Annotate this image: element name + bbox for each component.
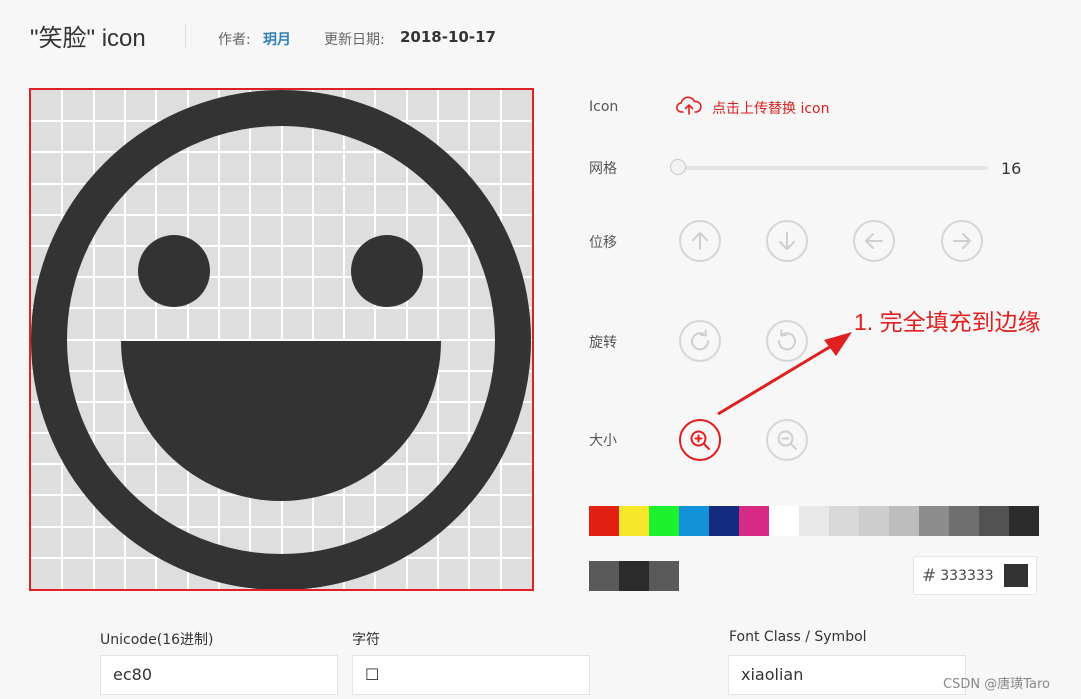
char-label: 字符 [352, 632, 380, 648]
grid-value: 16 [1001, 159, 1022, 178]
size-row-label: 大小 [589, 433, 617, 449]
unicode-label: Unicode(16进制) [100, 632, 214, 648]
move-right-button[interactable] [941, 220, 983, 262]
hex-value: 333333 [940, 567, 994, 584]
watermark: CSDN @唐璜Taro [943, 677, 1050, 692]
hash-symbol: # [922, 565, 937, 586]
font-class-field[interactable]: xiaolian [728, 655, 966, 695]
cloud-upload-icon [676, 96, 702, 120]
zoom-in-button[interactable] [679, 419, 721, 461]
color-preview-swatch [1004, 564, 1028, 587]
date-label: 更新日期: [324, 32, 385, 48]
slider-track [676, 166, 988, 170]
author-label: 作者: [218, 32, 251, 48]
color-swatch[interactable] [799, 506, 829, 536]
slider-thumb[interactable] [670, 159, 686, 175]
upload-replace-icon-button[interactable]: 点击上传替换 icon [676, 96, 829, 120]
unicode-field[interactable]: ec80 [100, 655, 338, 695]
smiley-face-icon [31, 90, 531, 589]
color-swatch[interactable] [769, 506, 799, 536]
update-date: 2018-10-17 [400, 28, 496, 46]
color-swatch[interactable] [889, 506, 919, 536]
color-swatch[interactable] [649, 506, 679, 536]
page-title: "笑脸" icon [30, 25, 146, 52]
icon-row-label: Icon [589, 99, 619, 115]
arrow-right-icon [953, 233, 971, 249]
color-swatch[interactable] [949, 506, 979, 536]
hex-color-input[interactable]: # 333333 [913, 556, 1037, 595]
rotate-row-label: 旋转 [589, 335, 617, 351]
color-swatch[interactable] [739, 506, 769, 536]
move-up-button[interactable] [679, 220, 721, 262]
zoom-in-icon [690, 430, 710, 450]
color-swatch[interactable] [679, 506, 709, 536]
arrow-up-icon [692, 232, 708, 250]
annotation-text: 1. 完全填充到边缘 [854, 309, 1041, 335]
header-divider [185, 24, 186, 48]
move-row-label: 位移 [589, 235, 617, 251]
recent-color-swatch[interactable] [619, 561, 649, 591]
move-left-button[interactable] [853, 220, 895, 262]
grid-row-label: 网格 [589, 161, 617, 177]
color-swatch[interactable] [829, 506, 859, 536]
color-swatch[interactable] [859, 506, 889, 536]
annotation-arrow [717, 332, 852, 416]
recent-color-swatch[interactable] [649, 561, 679, 591]
zoom-out-button[interactable] [766, 419, 808, 461]
char-field[interactable]: ☐ [352, 655, 590, 695]
icon-preview-canvas [29, 88, 534, 591]
color-swatch[interactable] [919, 506, 949, 536]
arrow-down-icon [779, 232, 795, 250]
zoom-out-icon [777, 430, 797, 450]
recent-color-swatch[interactable] [589, 561, 619, 591]
font-class-label: Font Class / Symbol [729, 629, 867, 645]
arrow-left-icon [865, 233, 883, 249]
grid-slider[interactable] [670, 159, 988, 176]
color-swatch[interactable] [589, 506, 619, 536]
move-down-button[interactable] [766, 220, 808, 262]
author-link[interactable]: 玥月 [263, 29, 291, 49]
color-swatch[interactable] [709, 506, 739, 536]
color-swatch[interactable] [979, 506, 1009, 536]
upload-label: 点击上传替换 icon [712, 101, 830, 117]
color-swatch[interactable] [619, 506, 649, 536]
color-swatch[interactable] [1009, 506, 1039, 536]
